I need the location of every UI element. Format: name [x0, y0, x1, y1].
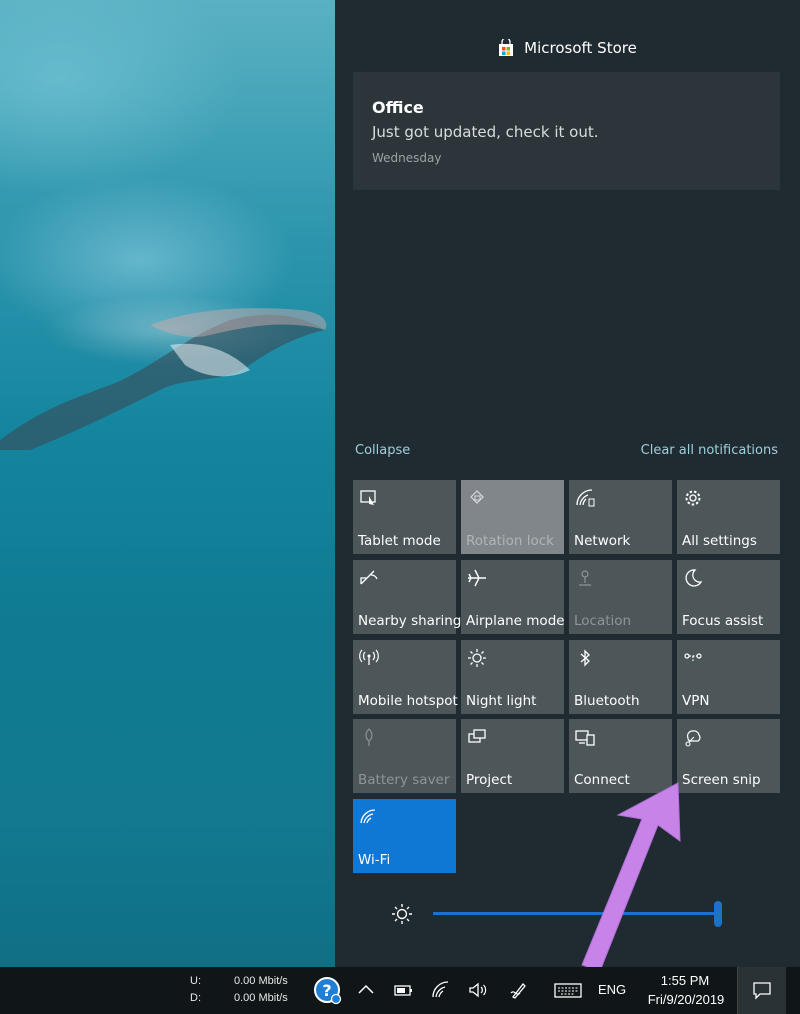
battery-icon[interactable]	[392, 979, 414, 1001]
gear-icon	[685, 490, 701, 506]
tile-all-settings[interactable]: All settings	[677, 480, 780, 554]
input-language[interactable]: ENG	[598, 982, 626, 997]
screen-snip-icon	[685, 730, 701, 747]
tile-network[interactable]: Network	[569, 480, 672, 554]
battery-saver-icon	[365, 728, 373, 746]
tile-tablet-mode[interactable]: Tablet mode	[353, 480, 456, 554]
tile-battery-saver[interactable]: Battery saver	[353, 719, 456, 793]
network-icon	[576, 489, 595, 507]
tile-label: Rotation lock	[466, 533, 555, 549]
tile-night-light[interactable]: Night light	[461, 640, 564, 714]
tile-label: Mobile hotspot	[358, 693, 458, 709]
brightness-slider-thumb[interactable]	[714, 901, 722, 927]
volume-icon[interactable]	[467, 979, 489, 1001]
tile-label: All settings	[682, 533, 757, 549]
tile-label: VPN	[682, 693, 710, 709]
tile-nearby-sharing[interactable]: Nearby sharing	[353, 560, 461, 634]
tile-project[interactable]: Project	[461, 719, 564, 793]
notification-time: Wednesday	[372, 151, 442, 165]
tile-screen-snip[interactable]: Screen snip	[677, 719, 780, 793]
tile-connect[interactable]: Connect	[569, 719, 672, 793]
chevron-up-icon[interactable]	[355, 979, 377, 1001]
notification-app-name: Microsoft Store	[524, 39, 637, 57]
clear-all-notifications-link[interactable]: Clear all notifications	[641, 443, 778, 458]
tile-label: Connect	[574, 772, 630, 788]
brightness-slider-track[interactable]	[433, 912, 722, 915]
taskbar-clock-time[interactable]: 1:55 PM	[640, 973, 730, 988]
nearby-sharing-icon	[360, 570, 378, 585]
tablet-mode-icon	[360, 490, 376, 505]
notification-title: Office	[372, 98, 424, 117]
tile-bluetooth[interactable]: Bluetooth	[569, 640, 672, 714]
vpn-icon	[684, 653, 702, 661]
notification-group-header: Microsoft Store	[335, 36, 800, 60]
upload-label: U:	[190, 975, 201, 987]
tile-label: Battery saver	[358, 772, 450, 788]
tile-label: Bluetooth	[574, 693, 640, 709]
download-label: D:	[190, 992, 201, 1004]
keyboard-icon[interactable]	[553, 979, 583, 1001]
pen-workspace-icon[interactable]	[508, 979, 530, 1001]
tile-label: Network	[574, 533, 631, 549]
tile-label: Nearby sharing	[358, 613, 462, 629]
tile-airplane-mode[interactable]: Airplane mode	[461, 560, 565, 634]
night-light-icon	[468, 649, 486, 667]
wifi-tray-icon[interactable]	[430, 979, 452, 1001]
wifi-icon	[360, 809, 376, 824]
taskbar-clock-date[interactable]: Fri/9/20/2019	[636, 992, 736, 1007]
desktop-wallpaper	[0, 0, 335, 967]
svg-text:?: ?	[322, 981, 331, 1000]
tile-label: Focus assist	[682, 613, 764, 629]
taskbar: U: D: 0.00 Mbit/s 0.00 Mbit/s ? ENG 1:55…	[0, 967, 800, 1014]
help-icon[interactable]: ?	[314, 977, 342, 1005]
notification-card[interactable]: Office Just got updated, check it out. W…	[353, 72, 780, 190]
store-bag-icon	[499, 39, 514, 56]
action-center-icon	[753, 982, 771, 1000]
location-icon	[579, 570, 591, 586]
tile-wifi[interactable]: Wi-Fi	[353, 799, 456, 873]
collapse-link[interactable]: Collapse	[355, 443, 410, 458]
notification-body: Just got updated, check it out.	[372, 123, 599, 141]
airplane-icon	[468, 569, 486, 587]
upload-speed: 0.00 Mbit/s	[234, 975, 288, 987]
brightness-icon	[392, 904, 412, 924]
tile-rotation-lock[interactable]: Rotation lock	[461, 480, 564, 554]
bluetooth-icon	[580, 649, 590, 667]
tile-label: Airplane mode	[466, 613, 565, 629]
connect-icon	[575, 730, 595, 746]
tile-label: Project	[466, 772, 513, 788]
tile-label: Tablet mode	[358, 533, 441, 549]
project-icon	[468, 729, 486, 743]
swimmer-image	[0, 308, 327, 450]
action-center-panel: Microsoft Store Office Just got updated,…	[335, 0, 800, 967]
download-speed: 0.00 Mbit/s	[234, 992, 288, 1004]
tile-label: Screen snip	[682, 772, 761, 788]
tile-label: Wi-Fi	[358, 852, 391, 868]
tile-mobile-hotspot[interactable]: Mobile hotspot	[353, 640, 458, 714]
tile-label: Night light	[466, 693, 537, 709]
tile-label: Location	[574, 613, 632, 629]
tile-vpn[interactable]: VPN	[677, 640, 780, 714]
tile-focus-assist[interactable]: Focus assist	[677, 560, 780, 634]
rotation-lock-icon	[470, 490, 484, 504]
action-center-button[interactable]	[737, 967, 786, 1014]
tile-location[interactable]: Location	[569, 560, 672, 634]
moon-icon	[685, 569, 703, 587]
hotspot-icon	[359, 649, 379, 665]
